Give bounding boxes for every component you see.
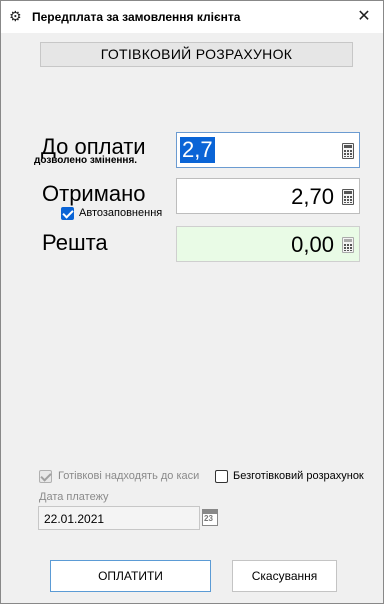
received-label: Отримано <box>42 181 146 206</box>
payment-date-value: 22.01.2021 <box>44 512 105 526</box>
calculator-icon[interactable] <box>342 143 354 159</box>
autofill-checkbox[interactable] <box>61 207 74 220</box>
payment-type-button[interactable]: ГОТІВКОВИЙ РОЗРАХУНОК <box>40 42 353 67</box>
pay-button[interactable]: ОПЛАТИТИ <box>50 560 211 592</box>
due-note: дозволено змінення. <box>34 155 138 166</box>
payment-date-field: 22.01.2021 <box>38 506 200 530</box>
gear-icon: ⚙ <box>9 8 22 24</box>
change-label: Решта <box>42 230 108 255</box>
title-bar: ⚙ Передплата за замовлення клієнта ✕ <box>1 1 383 33</box>
cash-to-register-checkbox <box>39 470 52 483</box>
close-button[interactable]: ✕ <box>351 5 377 29</box>
received-amount-field[interactable]: 2,70 <box>176 178 360 214</box>
change-amount-field: 0,00 <box>176 226 360 262</box>
cashless-label: Безготівковий розрахунок <box>233 470 364 482</box>
autofill-label: Автозаповнення <box>79 207 163 219</box>
change-amount-value: 0,00 <box>291 232 334 257</box>
cash-to-register-label: Готівкові надходять до каси <box>58 470 200 482</box>
calculator-icon <box>342 237 354 253</box>
prepayment-dialog: ⚙ Передплата за замовлення клієнта ✕ ГОТ… <box>0 0 384 604</box>
calendar-icon[interactable]: 23 <box>202 509 218 526</box>
calculator-icon[interactable] <box>342 189 354 205</box>
payment-date-caption: Дата платежу <box>39 491 109 503</box>
cashless-checkbox[interactable] <box>215 470 228 483</box>
cancel-button[interactable]: Скасування <box>232 560 337 592</box>
due-amount-value: 2,7 <box>180 137 215 163</box>
calendar-day: 23 <box>204 514 213 523</box>
due-amount-field[interactable]: 2,7 <box>176 132 360 168</box>
window-title: Передплата за замовлення клієнта <box>32 10 241 24</box>
received-amount-value: 2,70 <box>291 184 334 209</box>
